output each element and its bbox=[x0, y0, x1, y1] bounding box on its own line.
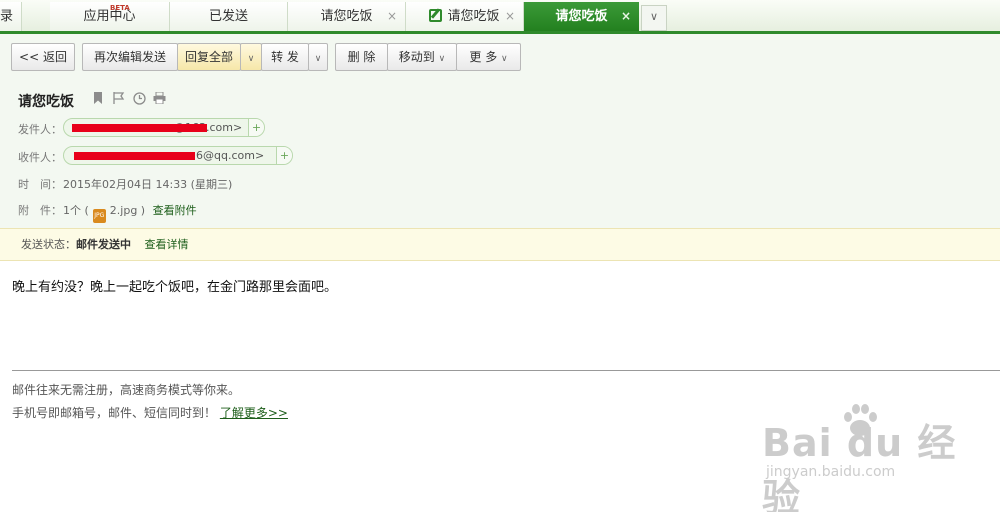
mail-subject: 请您吃饭 bbox=[18, 94, 74, 110]
back-button[interactable]: << 返回 bbox=[11, 43, 75, 71]
reply-all-button[interactable]: 回复全部 bbox=[177, 43, 241, 71]
flag-icon[interactable] bbox=[113, 92, 125, 107]
more-button[interactable]: 更 多 ∨ bbox=[456, 43, 521, 71]
tab-label: 请您吃饭 bbox=[447, 9, 500, 24]
beta-badge: BETA bbox=[110, 4, 130, 12]
tab-mail-1[interactable]: 请您吃饭 × bbox=[288, 2, 406, 31]
close-icon[interactable]: × bbox=[621, 2, 631, 31]
redaction-bar bbox=[72, 124, 207, 132]
footer-line-2-text: 手机号即邮箱号，邮件、短信同时到！ bbox=[12, 406, 217, 420]
tab-mail-draft[interactable]: 请您吃饭 × bbox=[406, 2, 524, 31]
reply-all-dropdown[interactable]: ∨ bbox=[240, 43, 262, 71]
time-label: 时 间： bbox=[18, 178, 62, 191]
redaction-bar bbox=[74, 152, 195, 160]
mail-header: << 返回 再次编辑发送 回复全部 ∨ 转 发 ∨ 删 除 移动到 ∨ 更 多 … bbox=[0, 34, 1000, 228]
to-label: 收件人： bbox=[18, 151, 62, 164]
watermark-url: jingyan.baidu.com bbox=[766, 464, 896, 480]
footer-line-2: 手机号即邮箱号，邮件、短信同时到！ 了解更多>> bbox=[12, 404, 288, 421]
from-label: 发件人： bbox=[18, 123, 62, 136]
close-icon[interactable]: × bbox=[505, 2, 515, 31]
reedit-button[interactable]: 再次编辑发送 bbox=[82, 43, 178, 71]
attachment-name[interactable]: 2.jpg ) bbox=[110, 204, 145, 217]
chevron-down-icon: ∨ bbox=[247, 54, 255, 64]
chevron-down-icon: ∨ bbox=[438, 54, 446, 64]
tab-sent[interactable]: 已发送 bbox=[170, 2, 288, 31]
close-icon[interactable]: × bbox=[387, 2, 397, 31]
status-label: 发送状态： bbox=[21, 238, 76, 251]
footer-line-1: 邮件往来无需注册，高速商务模式等你来。 bbox=[12, 383, 241, 397]
delete-button[interactable]: 删 除 bbox=[335, 43, 388, 71]
attachment-info: 1个 (JPG 2.jpg ) 查看附件 bbox=[63, 202, 197, 223]
tab-label: 请您吃饭 bbox=[320, 9, 373, 24]
view-attachment-link[interactable]: 查看附件 bbox=[153, 204, 197, 217]
tab-list-dropdown[interactable]: ∨ bbox=[641, 5, 667, 31]
forward-dropdown[interactable]: ∨ bbox=[308, 43, 328, 71]
status-value: 邮件发送中 bbox=[76, 238, 131, 251]
mail-body: 晚上有约没？晚上一起吃个饭吧，在金门路那里会面吧。 bbox=[12, 280, 338, 295]
tab-bar: 录 应用中心 BETA 已发送 请您吃饭 × 请您吃饭 × 请您吃饭 × ∨ bbox=[0, 0, 1000, 34]
move-to-button[interactable]: 移动到 ∨ bbox=[387, 43, 457, 71]
tab-app-center[interactable]: 应用中心 BETA bbox=[50, 2, 170, 31]
forward-button[interactable]: 转 发 bbox=[261, 43, 309, 71]
status-detail-link[interactable]: 查看详情 bbox=[145, 238, 189, 251]
edit-icon bbox=[429, 9, 443, 22]
add-contact-button[interactable]: + bbox=[276, 147, 292, 164]
to-address[interactable]: 6@qq.com> + bbox=[63, 146, 293, 165]
baidu-watermark: Bai du 经验 jingyan.baidu.com bbox=[762, 400, 972, 512]
more-label: 更 多 bbox=[469, 50, 498, 64]
send-status-bar: 发送状态：邮件发送中 查看详情 bbox=[0, 228, 1000, 261]
print-icon[interactable] bbox=[153, 91, 166, 107]
tab-label: 请您吃饭 bbox=[555, 9, 608, 24]
attachment-count: 1个 ( bbox=[63, 204, 89, 217]
time-value: 2015年02月04日 14:33 (星期三) bbox=[63, 178, 233, 191]
signature-divider bbox=[12, 370, 1000, 371]
add-contact-button[interactable]: + bbox=[248, 119, 264, 136]
jpg-file-icon: JPG bbox=[92, 209, 106, 223]
tab-mail-active[interactable]: 请您吃饭 × bbox=[524, 2, 639, 31]
tab-label: 已发送 bbox=[208, 9, 248, 24]
bookmark-icon[interactable] bbox=[93, 92, 103, 107]
chevron-down-icon: ∨ bbox=[501, 54, 508, 64]
move-to-label: 移动到 bbox=[398, 50, 435, 64]
chevron-down-icon: ∨ bbox=[314, 54, 322, 64]
tab-inbox-partial[interactable]: 录 bbox=[0, 2, 22, 31]
from-address[interactable]: @163.com> + bbox=[63, 118, 265, 137]
clock-icon[interactable] bbox=[133, 92, 146, 108]
learn-more-link[interactable]: 了解更多>> bbox=[220, 406, 288, 420]
tab-label: 录 bbox=[0, 9, 13, 24]
attachment-label: 附 件： bbox=[18, 204, 62, 217]
watermark-brand: Bai du 经验 bbox=[762, 421, 957, 512]
to-address-text: 6@qq.com> bbox=[196, 149, 265, 162]
